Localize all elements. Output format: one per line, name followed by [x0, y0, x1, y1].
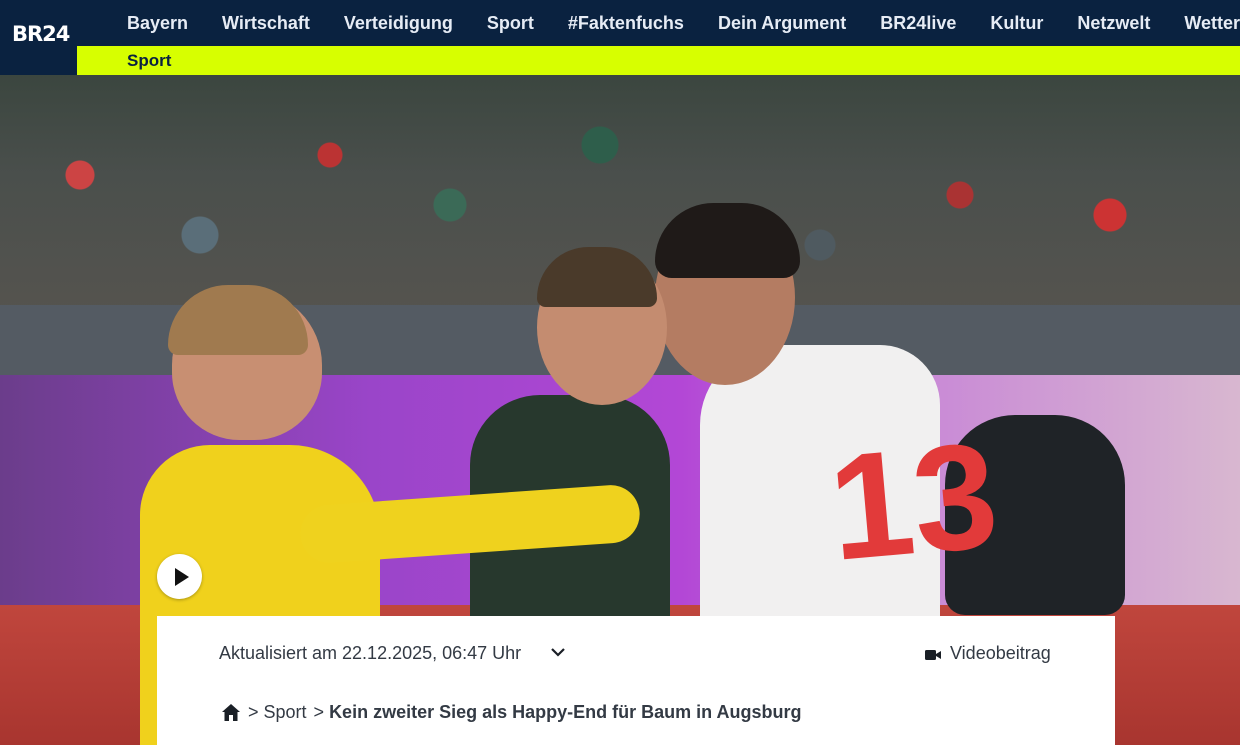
- play-video-button[interactable]: [157, 554, 202, 599]
- sub-navigation-bar: Sport: [77, 46, 1240, 75]
- updated-timestamp: Aktualisiert am 22.12.2025, 06:47 Uhr: [219, 643, 522, 663]
- nav-item-bayern[interactable]: Bayern: [110, 13, 205, 34]
- jersey-number: 13: [822, 410, 1004, 592]
- nav-item-dein-argument[interactable]: Dein Argument: [701, 13, 863, 34]
- play-icon: [174, 567, 189, 586]
- nav-item-sport[interactable]: Sport: [470, 13, 551, 34]
- nav-item-br24live[interactable]: BR24live: [863, 13, 973, 34]
- video-badge: Videobeitrag: [925, 643, 1051, 664]
- breadcrumb-current-article: Kein zweiter Sieg als Happy-End für Baum…: [329, 702, 802, 722]
- home-icon[interactable]: [221, 703, 241, 722]
- subnav-item-sport[interactable]: Sport: [127, 51, 171, 71]
- video-label: Videobeitrag: [950, 643, 1051, 663]
- main-nav: Bayern Wirtschaft Verteidigung Sport #Fa…: [110, 0, 1240, 46]
- nav-item-wetter[interactable]: Wetter: [1167, 13, 1240, 34]
- nav-item-wirtschaft[interactable]: Wirtschaft: [205, 13, 327, 34]
- nav-item-kultur[interactable]: Kultur: [973, 13, 1060, 34]
- chevron-down-icon[interactable]: [548, 641, 568, 663]
- video-camera-icon: [925, 648, 941, 660]
- top-navigation-bar: Bayern Wirtschaft Verteidigung Sport #Fa…: [0, 0, 1240, 46]
- breadcrumb-separator: >: [313, 702, 325, 722]
- article-meta-card: Aktualisiert am 22.12.2025, 06:47 Uhr Vi…: [157, 616, 1115, 745]
- breadcrumb: > Sport > Kein zweiter Sieg als Happy-En…: [221, 702, 801, 723]
- breadcrumb-sport[interactable]: Sport: [264, 702, 307, 723]
- logo-area[interactable]: BR24: [0, 0, 77, 75]
- br24-logo[interactable]: BR24: [12, 22, 70, 46]
- breadcrumb-separator: >: [248, 702, 259, 722]
- nav-item-faktenfuchs[interactable]: #Faktenfuchs: [551, 13, 701, 34]
- nav-item-netzwelt[interactable]: Netzwelt: [1060, 13, 1167, 34]
- nav-item-verteidigung[interactable]: Verteidigung: [327, 13, 470, 34]
